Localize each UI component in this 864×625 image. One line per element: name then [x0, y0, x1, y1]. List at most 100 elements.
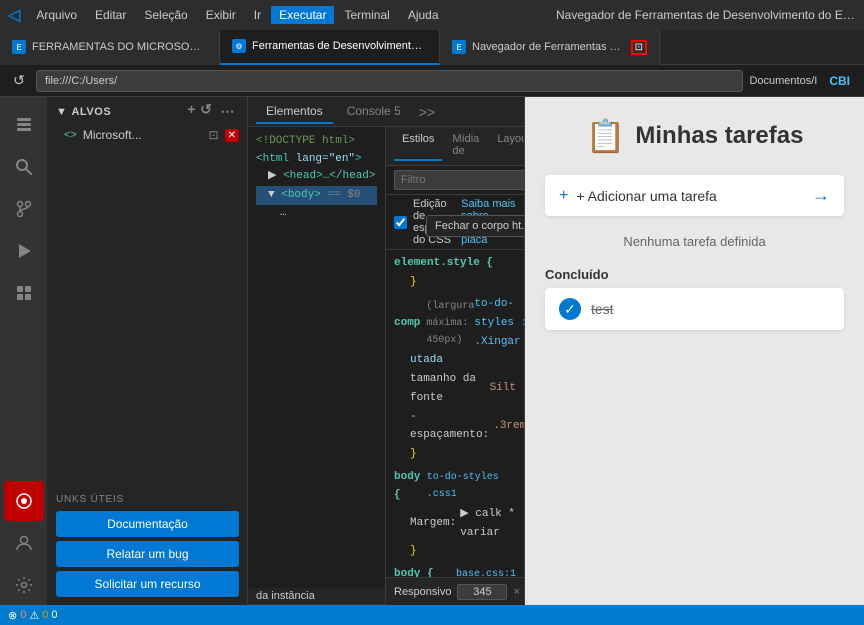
app-title-row: 📋 Minhas tarefas — [586, 117, 804, 155]
more-tabs-button[interactable]: >> — [415, 102, 439, 122]
add-task-label: + Adicionar uma tarefa — [576, 188, 812, 204]
documentation-button[interactable]: Documentação — [56, 511, 239, 537]
filter-input[interactable] — [394, 170, 524, 190]
styles-panel: Estilos Mídia de Layout >> :edição .cls … — [386, 127, 524, 605]
css-comp-selector: comp (largura máxima: 450px) to-do-style… — [394, 295, 516, 351]
window-title: Navegador de Ferramentas de Desenvolvime… — [556, 8, 856, 22]
css-mirror-row: Edição de espelho do CSS Saiba mais sobr… — [386, 195, 524, 250]
task-check-icon: ✓ — [559, 298, 581, 320]
cbi-label: CBI — [823, 72, 856, 90]
useful-links-title: UNKS ÚTEIS — [48, 488, 247, 507]
close-target-button[interactable]: ✕ — [225, 129, 239, 142]
report-bug-button[interactable]: Relatar um bug — [56, 541, 239, 567]
styles-toolbar: Estilos Mídia de Layout >> — [386, 127, 524, 166]
run-debug-icon[interactable] — [4, 231, 44, 271]
completed-section-label: Concluído — [545, 267, 844, 282]
browser-content: 📋 Minhas tarefas + + Adicionar uma taref… — [525, 97, 864, 605]
menu-executar[interactable]: Executar — [271, 6, 334, 24]
activity-bar — [0, 97, 48, 605]
tab-midia[interactable]: Mídia de — [444, 131, 487, 161]
tree-item-microsoft[interactable]: <> Microsoft... ⊡ ✕ — [48, 126, 247, 144]
tab-ferramentas-microsoft-edge[interactable]: E FERRAMENTAS DO MICROSOFT EDGE — [0, 30, 220, 65]
devtools-content: <!DOCTYPE html> <html lang="en"> ▶ <head… — [248, 127, 524, 605]
vscode-logo: ◁ — [8, 5, 20, 25]
dom-line-head: ▶ <head>…</head> — [256, 168, 377, 186]
tab-bar: E FERRAMENTAS DO MICROSOFT EDGE ⚙ Ferram… — [0, 30, 864, 65]
menu-terminal[interactable]: Terminal — [336, 6, 397, 24]
source-control-icon[interactable] — [4, 189, 44, 229]
menu-exibir[interactable]: Exibir — [198, 6, 244, 24]
tree-item-label: Microsoft... — [83, 128, 209, 142]
tab-navegador-ferramentas[interactable]: E Navegador de Ferramentas de Desenvolvi… — [440, 30, 660, 65]
dom-line-doctype: <!DOCTYPE html> — [256, 133, 377, 151]
reload-button[interactable]: ↺ — [8, 70, 30, 92]
inspect-icon[interactable]: ⊡ — [209, 128, 219, 142]
app-title: Minhas tarefas — [635, 122, 803, 150]
error-count: 0 — [20, 609, 26, 621]
menu-ajuda[interactable]: Ajuda — [400, 6, 447, 24]
dom-line-body-content: … — [256, 205, 377, 223]
explorer-icon[interactable] — [4, 105, 44, 145]
tab-console[interactable]: Console 5 — [337, 100, 411, 124]
warning-count: 0 — [42, 609, 48, 621]
error-indicator[interactable]: ⊗ 0 ⚠ 0 0 — [8, 609, 57, 622]
plus-icon: + — [559, 187, 568, 205]
dom-line-html: <html lang="en"> — [256, 151, 377, 169]
css-selector-row: element.style { — [394, 254, 516, 273]
css-block-body2: body { base.css:1 font-size: 14pt; font-… — [394, 565, 516, 577]
dom-line-body[interactable]: ▼ <body> == $0 — [256, 186, 377, 206]
main-layout: ▼ ALVOS + ↺ ⋯ <> Microsoft... ⊡ ✕ UNKS Ú… — [0, 97, 864, 605]
css-close-row: } — [394, 273, 516, 292]
address-path-suffix: Documentos/I — [749, 75, 817, 87]
styles-tabs: Estilos Mídia de Layout — [394, 131, 524, 161]
add-target-button[interactable]: + — [187, 101, 196, 122]
tab3-favicon: E — [452, 40, 466, 54]
tab-estilos[interactable]: Estilos — [394, 131, 442, 161]
add-task-button[interactable]: + + Adicionar uma tarefa → — [545, 175, 844, 216]
arrow-icon: → — [812, 185, 830, 206]
extensions-icon[interactable] — [4, 273, 44, 313]
edge-devtools-icon[interactable] — [4, 481, 44, 521]
task-item-test[interactable]: ✓ test — [545, 288, 844, 330]
accounts-icon[interactable] — [4, 523, 44, 563]
dom-code: <!DOCTYPE html> <html lang="en"> ▶ <head… — [248, 127, 385, 588]
warning-count-2: 0 — [51, 609, 57, 621]
saiba-mais-link[interactable]: Saiba mais sobre espelho de placa — [461, 198, 516, 246]
dimension-sep: × — [513, 586, 519, 598]
tab-elementos[interactable]: Elementos — [256, 100, 333, 124]
alvos-header: ▼ ALVOS + ↺ ⋯ — [48, 97, 247, 126]
tab-layout[interactable]: Layout — [489, 131, 524, 161]
css-block-body1: body { to-do-styles .css1 Margem: ▶ calk… — [394, 468, 516, 561]
tab1-favicon: E — [12, 40, 26, 54]
address-input[interactable] — [36, 70, 743, 92]
refresh-button[interactable]: ↺ — [200, 101, 212, 122]
settings-icon[interactable] — [4, 565, 44, 605]
width-input[interactable] — [457, 584, 507, 600]
warning-icon: ⚠ — [29, 609, 39, 622]
tab2-favicon: ⚙ — [232, 39, 246, 53]
menu-arquivo[interactable]: Arquivo — [28, 6, 85, 24]
devtools-tabs: Elementos Console 5 >> — [248, 97, 524, 127]
useful-links-section: UNKS ÚTEIS Documentação Relatar um bug S… — [48, 308, 247, 605]
css-mirror-label: Edição de espelho do CSS — [413, 198, 455, 246]
filter-bar: :edição .cls + ⊡ ⊞ — [386, 166, 524, 195]
menu-selecao[interactable]: Seleção — [136, 6, 195, 24]
tab3-indicator: ⊡ — [631, 40, 647, 55]
tab-ferramentas-desenvolvimento-edge[interactable]: ⚙ Ferramentas de Desenvolvimento do Edge — [220, 30, 440, 65]
search-icon[interactable] — [4, 147, 44, 187]
request-resource-button[interactable]: Solicitar um recurso — [56, 571, 239, 597]
menu-ir[interactable]: Ir — [246, 6, 269, 24]
css-blocks: element.style { } comp (largura máxima: … — [386, 250, 524, 577]
chevron-down-icon: ▼ — [56, 106, 67, 118]
css-mirror-checkbox[interactable] — [394, 216, 407, 229]
code-icon: <> — [64, 129, 77, 141]
css-comp-props: utada tamanho da fonte Silt -espaçamento… — [394, 351, 516, 463]
menu-editar[interactable]: Editar — [87, 6, 134, 24]
devtools-panel: Fechar o corpo ht... Elementos Console 5… — [248, 97, 524, 605]
task-text: test — [591, 301, 614, 317]
more-options-button[interactable]: ⋯ — [216, 101, 239, 122]
address-bar: ↺ Documentos/I CBI — [0, 65, 864, 97]
app-icon: 📋 — [586, 117, 626, 155]
alvos-title: ALVOS — [71, 106, 111, 118]
header-actions: + ↺ ⋯ — [187, 101, 239, 122]
